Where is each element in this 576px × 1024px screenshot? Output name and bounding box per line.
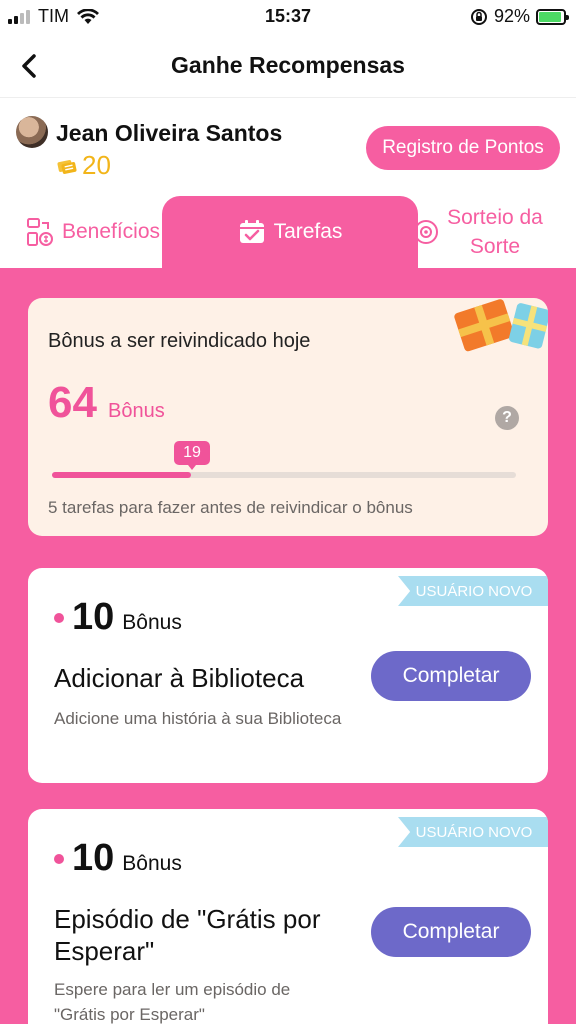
- bullet-dot: [54, 612, 64, 623]
- new-user-badge: USUÁRIO NOVO: [398, 817, 548, 847]
- bullet-dot: [54, 853, 64, 864]
- gift-boxes-icon: [454, 299, 548, 352]
- tab-lucky-draw-label: Sorteio da Sorte: [447, 203, 543, 261]
- daily-bonus-title: Bônus a ser reivindicado hoje: [48, 330, 311, 352]
- avatar[interactable]: [16, 116, 48, 148]
- nav-bar: Ganhe Recompensas: [0, 34, 576, 98]
- new-user-badge: USUÁRIO NOVO: [398, 576, 548, 606]
- task-card: USUÁRIO NOVO 10 Bônus Adicionar à Biblio…: [28, 568, 548, 783]
- complete-button[interactable]: Completar: [371, 907, 531, 957]
- task-bonus-value: 10: [72, 596, 115, 638]
- points-value: 20: [82, 150, 111, 180]
- tab-bar: Benefícios Tarefas Sorteio da Sorte: [0, 196, 576, 268]
- daily-bonus-value: 64: [48, 378, 97, 427]
- wheel-icon: [414, 220, 439, 244]
- user-header: Jean Oliveira Santos 20 Registro de Pont…: [0, 98, 576, 196]
- tab-lucky-draw-label-line2: Sorte: [469, 235, 521, 258]
- task-title: Adicionar à Biblioteca: [54, 663, 305, 693]
- user-points: 20: [56, 150, 111, 181]
- task-title: Episódio de "Grátis por Esperar": [54, 904, 321, 966]
- page-title: Ganhe Recompensas: [171, 52, 405, 78]
- benefits-icon: [26, 218, 53, 246]
- complete-button[interactable]: Completar: [371, 651, 531, 701]
- tab-benefits-label: Benefícios: [61, 220, 161, 243]
- daily-bonus-card: Bônus a ser reivindicado hoje 64 Bônus ?…: [28, 298, 548, 536]
- task-bonus: 10 Bônus: [54, 837, 182, 880]
- bonus-progress-bar: [52, 472, 516, 478]
- calendar-check-icon: [239, 220, 264, 243]
- tab-lucky-draw[interactable]: Sorteio da Sorte: [380, 196, 576, 268]
- status-bar: TIM 15:37 92%: [0, 0, 576, 34]
- task-card: USUÁRIO NOVO 10 Bônus Episódio de "Gráti…: [28, 809, 548, 1024]
- orientation-lock-icon: [470, 8, 487, 25]
- user-name: Jean Oliveira Santos: [56, 120, 283, 146]
- help-icon[interactable]: ?: [495, 406, 519, 430]
- points-history-button[interactable]: Registro de Pontos: [366, 126, 560, 170]
- bonus-progress-fill: [52, 472, 192, 478]
- task-bonus: 10 Bônus: [54, 596, 182, 639]
- task-bonus-value: 10: [72, 837, 115, 879]
- progress-value-badge: 19: [174, 441, 210, 470]
- task-bonus-unit: Bônus: [122, 852, 182, 875]
- battery-percent: 92%: [493, 6, 530, 26]
- task-bonus-unit: Bônus: [122, 611, 182, 634]
- battery-charging-icon: [536, 8, 569, 25]
- daily-bonus-note: 5 tarefas para fazer antes de reivindica…: [48, 498, 413, 517]
- tab-tasks-label: Tarefas: [273, 220, 343, 243]
- status-right: 92%: [470, 6, 569, 27]
- tab-benefits[interactable]: Benefícios: [0, 196, 186, 268]
- task-description: Espere para ler um episódio de "Grátis p…: [54, 980, 291, 1024]
- task-description: Adicione uma história à sua Biblioteca: [54, 709, 342, 728]
- daily-bonus-unit: Bônus: [108, 400, 165, 422]
- coins-icon: [57, 159, 77, 174]
- tab-lucky-draw-label-line1: Sorteio da: [447, 206, 543, 229]
